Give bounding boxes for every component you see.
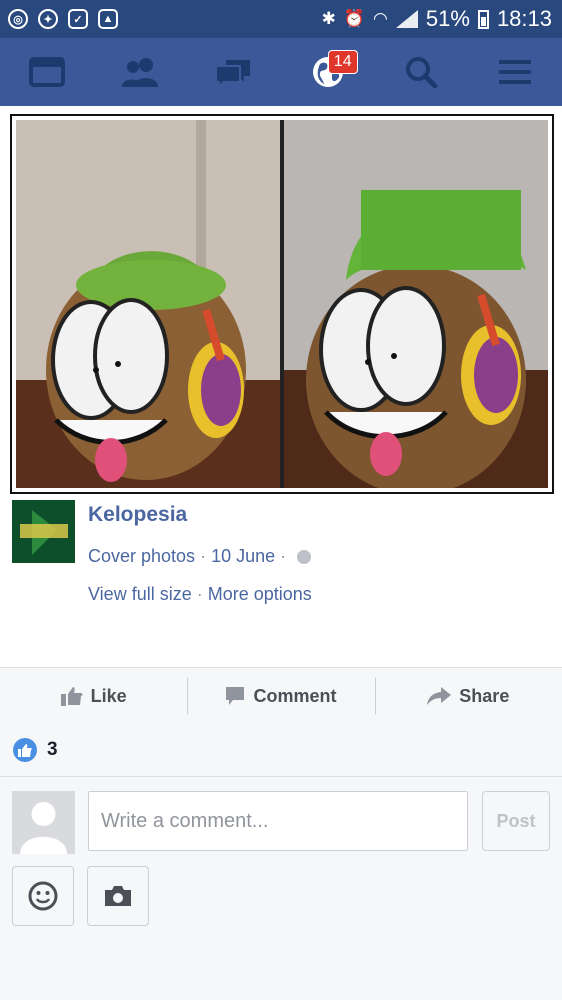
messages-tab[interactable] [204,42,264,102]
album-link[interactable]: Cover photos [88,546,195,567]
comment-composer: Post [0,777,562,1000]
page-logo-icon [12,500,75,563]
sticker-button[interactable] [12,866,74,926]
default-user-icon [12,791,75,854]
comment-button[interactable]: Comment [187,668,374,724]
notifications-badge: 14 [327,50,358,74]
search-tab[interactable] [391,42,451,102]
messages-icon [215,60,251,88]
friends-icon [122,58,159,87]
view-full-size-link[interactable]: View full size [88,584,192,605]
post-meta: Cover photos · 10 June · [88,546,312,567]
like-count: 3 [47,739,58,760]
share-label: Share [459,685,510,706]
photo-attach-button[interactable] [87,866,149,926]
separator: · [196,584,203,604]
gallery-icon: ✓ [68,9,88,29]
wifi-icon: ◠ [373,9,388,28]
photo-links: View full size · More options [88,584,312,605]
search-icon [406,57,438,89]
comment-icon [226,687,245,705]
facebook-nav-bar: 14 [0,38,562,106]
alarm-icon: ⏰ [343,9,366,28]
page-name[interactable]: Kelopesia [88,503,187,527]
separator: · [280,546,287,566]
signal-icon [395,10,418,28]
camera-icon [105,886,131,906]
menu-tab[interactable] [485,42,545,102]
clock: 18:13 [496,6,552,31]
friends-tab[interactable] [110,42,170,102]
user-avatar [12,791,75,854]
like-label: Like [90,685,127,706]
smiley-icon [28,881,58,911]
camera-icon: ◎ [8,9,28,29]
more-options-link[interactable]: More options [208,584,312,605]
comment-label: Comment [253,685,337,706]
cover-photo[interactable] [10,114,554,494]
status-bar: ◎ ✦ ✓ ▲ ✱ ⏰ ◠ 51% 18:13 [0,0,562,38]
reactions-summary[interactable]: 3 [0,724,562,777]
menu-icon [499,60,532,84]
share-button[interactable]: Share [374,668,562,724]
battery-percent: 51% [425,6,470,31]
globe-icon [297,549,312,564]
post-date[interactable]: 10 June [211,546,275,567]
like-reaction-icon [13,738,37,762]
separator: · [200,546,207,566]
newsfeed-icon [28,57,65,87]
bluetooth-icon: ✱ [321,9,336,28]
newsfeed-tab[interactable] [17,42,77,102]
thumbs-up-icon [60,687,83,706]
post-button[interactable]: Post [482,791,550,851]
cover-photo-image [16,120,548,488]
share-arrow-icon [427,687,452,705]
page-avatar[interactable] [12,500,75,563]
battery-icon [477,9,489,29]
like-button[interactable]: Like [0,668,187,724]
gallery-icon: ▲ [98,9,118,29]
run-icon: ✦ [38,9,58,29]
comment-input[interactable] [88,791,468,851]
action-bar: Like Comment Share [0,667,562,725]
notifications-tab[interactable]: 14 [298,42,358,102]
